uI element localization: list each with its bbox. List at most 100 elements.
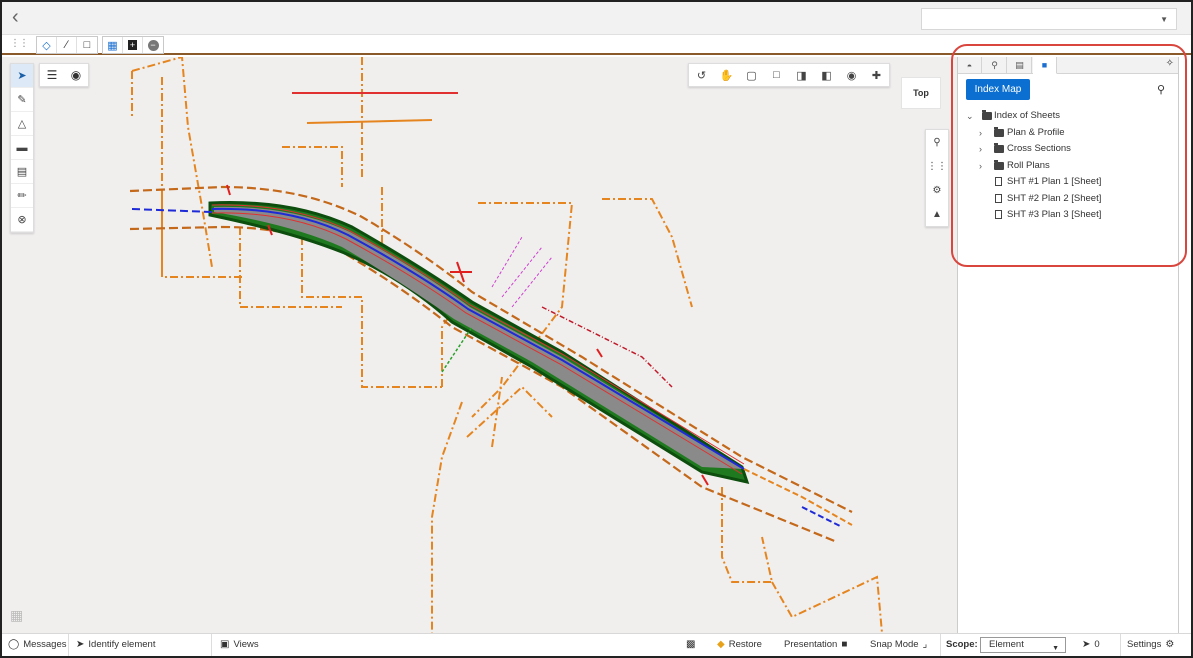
presentation-label: Presentation xyxy=(784,639,838,650)
tree-sheet[interactable]: SHT #1 Plan 1 [Sheet] xyxy=(966,174,1176,191)
settings-item[interactable]: Settings ⚙ xyxy=(1127,639,1174,650)
tree-folder[interactable]: › Cross Sections xyxy=(966,141,1176,158)
civil-drawing-canvas xyxy=(129,57,883,633)
tree-sheet[interactable]: SHT #3 Plan 3 [Sheet] xyxy=(966,207,1176,224)
station-tick xyxy=(450,261,472,283)
identify-item[interactable]: ➤ Identify element xyxy=(76,639,155,650)
utility-line-magenta xyxy=(491,236,553,308)
pin-icon[interactable]: ✧ xyxy=(1166,58,1174,69)
views-label: Views xyxy=(233,639,259,650)
back-icon[interactable]: ‹ xyxy=(12,7,32,28)
tool-row: ⋮⋮ ◇ ∕ □ ▦ + − xyxy=(2,35,1191,55)
selection-count-item[interactable]: ➤ 0 xyxy=(1082,639,1100,650)
visibility-eye-icon[interactable]: ◉ xyxy=(64,64,88,86)
surface-icon[interactable]: △ xyxy=(11,112,33,136)
tree-folder-label: Plan & Profile xyxy=(1007,126,1065,138)
views-item[interactable]: ▣ Views xyxy=(220,639,259,650)
tree-folder-label: Roll Plans xyxy=(1007,159,1050,171)
markup-icon[interactable]: ⚙ xyxy=(926,178,948,202)
window-area-icon[interactable]: □ xyxy=(764,64,789,86)
view-cube[interactable]: Top xyxy=(901,77,941,109)
parcel-boundary xyxy=(602,198,693,308)
snap-mode-item[interactable]: Snap Mode ⌟ xyxy=(870,639,927,650)
terrain-icon[interactable]: ▲ xyxy=(926,202,948,226)
rotate-icon[interactable]: ↺ xyxy=(689,64,714,86)
place-point-icon[interactable]: ◇ xyxy=(37,37,57,53)
sheets-icon[interactable]: ■ xyxy=(1033,57,1057,74)
corridor-icon[interactable]: ▤ xyxy=(11,160,33,184)
messages-label: Messages xyxy=(23,639,67,650)
parcel-boundary xyxy=(771,575,883,633)
navigate-icon[interactable]: ⊗ xyxy=(11,208,33,232)
folder-icon xyxy=(982,110,992,120)
gear-icon: ⚙ xyxy=(1165,639,1175,650)
hierarchy-icon[interactable]: ◓ xyxy=(958,57,982,74)
select-arrow-icon[interactable]: ➤ xyxy=(11,64,33,88)
tree-root[interactable]: ⌄ Index of Sheets xyxy=(966,108,1176,125)
ruler-icon[interactable]: ✏ xyxy=(11,184,33,208)
restore-item[interactable]: ◆ Restore xyxy=(717,639,762,650)
tree-root-label: Index of Sheets xyxy=(994,110,1061,121)
drag-handle-icon[interactable]: ⋮⋮ xyxy=(10,38,29,49)
panel-search-icon[interactable]: ⚲ xyxy=(1157,83,1165,96)
snap-mode-label: Snap Mode xyxy=(870,639,919,650)
sheet-icon xyxy=(995,193,1002,203)
chevron-right-icon[interactable]: › xyxy=(979,158,982,175)
side-panel: ◓ ⚲ ▤ ■ ✧ Index Map ⚲ ⌄ Index of Sheets … xyxy=(957,57,1179,633)
tree-sheet[interactable]: SHT #2 Plan 2 [Sheet] xyxy=(966,191,1176,208)
utility-line-green xyxy=(441,326,473,373)
messages-item[interactable]: ◯ Messages xyxy=(8,639,67,650)
map-viewport[interactable]: ➤ ✎ △ ▬ ▤ ✏ ⊗ ☰ ◉ ↺ ✋ ▢ □ ◨ ◧ ◉ ✚ Top ⚲ … xyxy=(2,57,957,633)
view-next-icon[interactable]: ◧ xyxy=(814,64,839,86)
sheet-index-tree: ⌄ Index of Sheets › Plan & Profile › Cro… xyxy=(966,108,1176,224)
walk-icon[interactable]: ✚ xyxy=(864,64,889,86)
top-dropdown[interactable]: ▼ xyxy=(921,8,1177,30)
select-element-icon[interactable]: ▦ xyxy=(103,37,123,53)
briefcase-icon: ▩ xyxy=(686,639,696,650)
tree-folder-label: Cross Sections xyxy=(1007,143,1071,154)
restore-icon: ◆ xyxy=(717,639,725,650)
divider xyxy=(940,634,941,656)
view-previous-icon[interactable]: ◨ xyxy=(789,64,814,86)
zoom-icon[interactable]: ⚲ xyxy=(926,130,948,154)
chevron-right-icon[interactable]: › xyxy=(979,141,982,158)
placement-tool-group: ◇ ∕ □ xyxy=(36,36,98,54)
roadway-icon[interactable]: ▬ xyxy=(11,136,33,160)
search-icon[interactable]: ⚲ xyxy=(983,57,1007,74)
right-of-way-line xyxy=(129,225,838,544)
camera-icon[interactable]: ◉ xyxy=(839,64,864,86)
add-icon[interactable]: + xyxy=(123,37,143,53)
status-bar: ◯ Messages ➤ Identify element ▣ Views ▩ … xyxy=(2,633,1191,656)
fit-view-icon[interactable]: ▢ xyxy=(739,64,764,86)
presentation-item[interactable]: Presentation ■ xyxy=(784,639,847,650)
settings-label: Settings xyxy=(1127,639,1162,650)
hamburger-menu-icon[interactable]: ☰ xyxy=(40,64,64,86)
folder-icon xyxy=(994,126,1004,137)
tree-folder[interactable]: › Roll Plans xyxy=(966,158,1176,175)
chevron-right-icon[interactable]: › xyxy=(979,125,982,142)
tree-folder[interactable]: › Plan & Profile xyxy=(966,125,1176,142)
tree-sheet-label: SHT #2 Plan 2 [Sheet] xyxy=(1007,192,1102,204)
index-map-button[interactable]: Index Map xyxy=(966,79,1030,100)
footprints-icon[interactable]: ⋮⋮ xyxy=(926,154,948,178)
place-rectangle-icon[interactable]: □ xyxy=(77,37,97,53)
app-logo-icon: ▦ xyxy=(10,607,24,623)
selection-tool-group: ▦ + − xyxy=(102,36,164,54)
station-tick xyxy=(596,348,603,358)
pointer-icon: ➤ xyxy=(1082,639,1091,650)
properties-icon[interactable]: ▤ xyxy=(1008,57,1032,74)
utility-line-orange xyxy=(306,119,433,124)
tree-sheet-label: SHT #3 Plan 3 [Sheet] xyxy=(1007,209,1102,220)
top-bar: ‹ ▼ xyxy=(2,2,1191,35)
divider xyxy=(68,634,69,656)
navigation-toolbar: ↺ ✋ ▢ □ ◨ ◧ ◉ ✚ xyxy=(688,63,890,87)
chevron-down-icon: ▼ xyxy=(1052,645,1059,652)
measure-icon[interactable]: ✎ xyxy=(11,88,33,112)
scope-dropdown[interactable]: Element ▼ xyxy=(980,637,1066,653)
chevron-down-icon[interactable]: ⌄ xyxy=(966,108,974,125)
pan-hand-icon[interactable]: ✋ xyxy=(714,64,739,86)
place-line-icon[interactable]: ∕ xyxy=(57,37,77,53)
briefcase-item[interactable]: ▩ xyxy=(686,639,695,650)
remove-icon[interactable]: − xyxy=(143,37,163,53)
parcel-boundary xyxy=(131,57,213,268)
